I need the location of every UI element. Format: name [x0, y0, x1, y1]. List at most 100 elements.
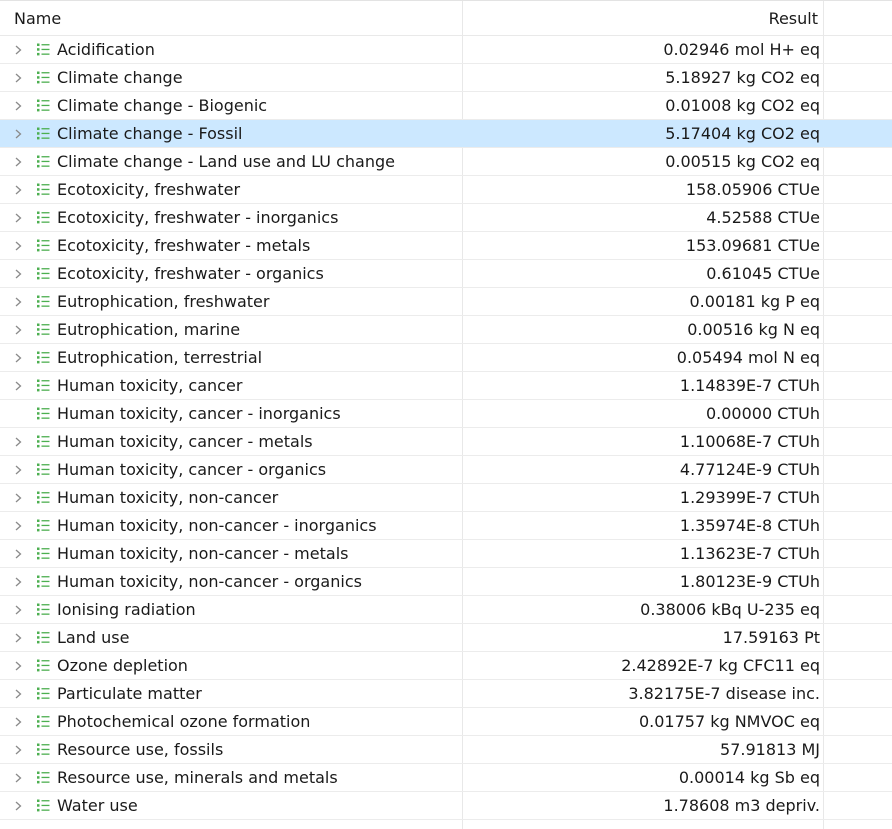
tree-row[interactable]: Climate change - Land use and LU change 0…	[0, 148, 892, 176]
tree-row[interactable]: Ecotoxicity, freshwater 158.05906 CTUe	[0, 176, 892, 204]
impact-result-value: 0.00181 kg P eq	[689, 292, 821, 311]
impact-category-icon	[37, 680, 51, 708]
chevron-right-icon[interactable]	[13, 792, 25, 820]
tree-row[interactable]: Ecotoxicity, freshwater - inorganics 4.52…	[0, 204, 892, 232]
tree-rows: Acidification 0.02946 mol H+ eq Climate ch…	[0, 36, 892, 820]
chevron-right-icon[interactable]	[13, 176, 25, 204]
tree-row[interactable]: Particulate matter 3.82175E-7 disease inc…	[0, 680, 892, 708]
tree-row[interactable]: Human toxicity, non-cancer - metals 1.136…	[0, 540, 892, 568]
chevron-right-icon[interactable]	[13, 288, 25, 316]
impact-result-value: 158.05906 CTUe	[685, 180, 820, 199]
impact-category-name: Eutrophication, freshwater	[57, 292, 270, 311]
impact-category-icon	[37, 624, 51, 652]
impact-result-value: 1.80123E-9 CTUh	[679, 572, 820, 591]
impact-category-name: Eutrophication, terrestrial	[57, 348, 263, 367]
impact-category-icon	[37, 540, 51, 568]
tree-row[interactable]: Ecotoxicity, freshwater - metals 153.0968…	[0, 232, 892, 260]
chevron-right-icon[interactable]	[13, 344, 25, 372]
chevron-right-icon[interactable]	[13, 540, 25, 568]
tree-row[interactable]: Climate change - Biogenic 0.01008 kg CO2 …	[0, 92, 892, 120]
tree-row[interactable]: Human toxicity, non-cancer 1.29399E-7 CTU…	[0, 484, 892, 512]
impact-category-icon	[37, 204, 51, 232]
tree-row[interactable]: Human toxicity, cancer - inorganics 0.000…	[0, 400, 892, 428]
impact-category-name: Water use	[57, 796, 138, 815]
impact-category-name: Ozone depletion	[57, 656, 188, 675]
chevron-right-icon[interactable]	[13, 680, 25, 708]
impact-result-value: 0.00000 CTUh	[705, 404, 820, 423]
chevron-right-icon[interactable]	[13, 484, 25, 512]
impact-category-name: Human toxicity, non-cancer - inorganics	[57, 516, 377, 535]
chevron-right-icon[interactable]	[13, 232, 25, 260]
impact-result-value: 1.35974E-8 CTUh	[679, 516, 820, 535]
tree-row[interactable]: Human toxicity, non-cancer - inorganics 1…	[0, 512, 892, 540]
tree-row[interactable]: Ecotoxicity, freshwater - organics 0.6104…	[0, 260, 892, 288]
impact-results-tree[interactable]: Name Result Acidification 0.02946 mol H+ …	[0, 0, 892, 829]
tree-row[interactable]: Eutrophication, freshwater 0.00181 kg P e…	[0, 288, 892, 316]
chevron-right-icon[interactable]	[13, 708, 25, 736]
chevron-right-icon[interactable]	[13, 260, 25, 288]
chevron-right-icon[interactable]	[13, 512, 25, 540]
impact-category-name: Human toxicity, non-cancer	[57, 488, 279, 507]
impact-category-icon	[37, 232, 51, 260]
tree-row[interactable]: Ionising radiation 0.38006 kBq U-235 eq	[0, 596, 892, 624]
impact-category-icon	[37, 372, 51, 400]
tree-row[interactable]: Human toxicity, cancer 1.14839E-7 CTUh	[0, 372, 892, 400]
tree-row[interactable]: Water use 1.78608 m3 depriv.	[0, 792, 892, 820]
impact-category-icon	[37, 764, 51, 792]
tree-row[interactable]: Human toxicity, cancer - organics 4.77124…	[0, 456, 892, 484]
impact-category-icon	[37, 64, 51, 92]
impact-category-name: Climate change - Land use and LU change	[57, 152, 395, 171]
impact-result-value: 0.00515 kg CO2 eq	[665, 152, 820, 171]
chevron-right-icon[interactable]	[13, 204, 25, 232]
tree-row[interactable]: Acidification 0.02946 mol H+ eq	[0, 36, 892, 64]
chevron-right-icon[interactable]	[13, 624, 25, 652]
chevron-right-icon[interactable]	[13, 764, 25, 792]
chevron-right-icon[interactable]	[13, 372, 25, 400]
tree-row[interactable]: Land use 17.59163 Pt	[0, 624, 892, 652]
impact-result-value: 1.13623E-7 CTUh	[679, 544, 820, 563]
column-header-result[interactable]: Result	[769, 1, 818, 36]
impact-category-icon	[37, 260, 51, 288]
impact-category-name: Climate change	[57, 68, 183, 87]
chevron-right-icon[interactable]	[13, 120, 25, 148]
chevron-right-icon[interactable]	[13, 596, 25, 624]
impact-category-name: Ionising radiation	[57, 600, 196, 619]
tree-row[interactable]: Climate change 5.18927 kg CO2 eq	[0, 64, 892, 92]
impact-result-value: 4.77124E-9 CTUh	[679, 460, 820, 479]
tree-row[interactable]: Resource use, minerals and metals 0.00014…	[0, 764, 892, 792]
impact-category-name: Ecotoxicity, freshwater - organics	[57, 264, 324, 283]
impact-category-icon	[37, 736, 51, 764]
impact-category-icon	[37, 456, 51, 484]
tree-row[interactable]: Eutrophication, marine 0.00516 kg N eq	[0, 316, 892, 344]
impact-result-value: 0.38006 kBq U-235 eq	[640, 600, 820, 619]
chevron-right-icon[interactable]	[13, 736, 25, 764]
tree-row[interactable]: Photochemical ozone formation 0.01757 kg …	[0, 708, 892, 736]
chevron-right-icon[interactable]	[13, 428, 25, 456]
tree-row[interactable]: Climate change - Fossil 5.17404 kg CO2 eq	[0, 120, 892, 148]
column-header-name[interactable]: Name	[14, 1, 61, 36]
chevron-right-icon[interactable]	[13, 64, 25, 92]
tree-row[interactable]: Human toxicity, non-cancer - organics 1.8…	[0, 568, 892, 596]
impact-category-name: Human toxicity, cancer - metals	[57, 432, 313, 451]
chevron-right-icon[interactable]	[13, 316, 25, 344]
chevron-right-icon[interactable]	[13, 92, 25, 120]
impact-category-icon	[37, 92, 51, 120]
chevron-right-icon[interactable]	[13, 456, 25, 484]
chevron-right-icon[interactable]	[13, 568, 25, 596]
impact-result-value: 0.00014 kg Sb eq	[678, 768, 820, 787]
tree-row[interactable]: Eutrophication, terrestrial 0.05494 mol N…	[0, 344, 892, 372]
impact-result-value: 3.82175E-7 disease inc.	[628, 684, 820, 703]
tree-row[interactable]: Human toxicity, cancer - metals 1.10068E-…	[0, 428, 892, 456]
impact-result-value: 5.17404 kg CO2 eq	[665, 124, 820, 143]
chevron-right-icon[interactable]	[13, 148, 25, 176]
impact-result-value: 17.59163 Pt	[722, 628, 820, 647]
impact-result-value: 1.14839E-7 CTUh	[679, 376, 820, 395]
impact-category-icon	[37, 428, 51, 456]
impact-category-name: Resource use, fossils	[57, 740, 224, 759]
tree-row[interactable]: Ozone depletion 2.42892E-7 kg CFC11 eq	[0, 652, 892, 680]
impact-result-value: 0.00516 kg N eq	[687, 320, 820, 339]
chevron-right-icon[interactable]	[13, 652, 25, 680]
chevron-right-icon[interactable]	[13, 36, 25, 64]
tree-row[interactable]: Resource use, fossils 57.91813 MJ	[0, 736, 892, 764]
impact-category-icon	[37, 120, 51, 148]
